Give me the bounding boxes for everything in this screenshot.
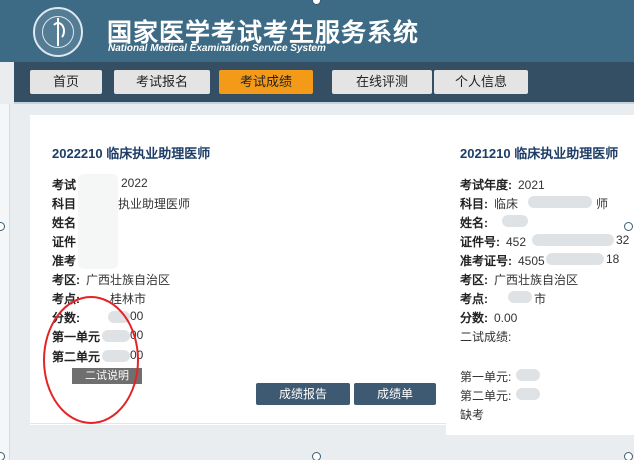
ticket-value-end: 18 xyxy=(606,252,620,266)
site-value-2021: 市 xyxy=(534,292,547,306)
score-field-2021: 分数: 0.00 xyxy=(460,311,518,325)
ticket-field-2021: 准考证号: 4505 xyxy=(460,254,545,268)
redacted-id xyxy=(532,234,614,246)
score-card-title-2021: 2021210 临床执业助理医师 xyxy=(460,146,619,161)
nav-registration[interactable]: 考试报名 xyxy=(114,70,210,94)
exam-year-field: 考试 xyxy=(52,178,77,192)
name-field-2021: 姓名: xyxy=(460,216,488,230)
redacted-name xyxy=(502,215,528,227)
unit2-field-2021: 第二单元: xyxy=(460,389,512,403)
subject-value-end: 师 xyxy=(596,197,609,211)
resize-handle-bottom[interactable] xyxy=(312,452,321,460)
score-report-button[interactable]: 成绩报告 xyxy=(256,383,350,405)
unit1-field-2021: 第一单元: xyxy=(460,370,512,384)
subject-field-2021: 科目: 临床 xyxy=(460,197,519,211)
second-exam-field-2021: 二试成绩: xyxy=(460,330,512,344)
subject-value: 执业助理医师 xyxy=(118,197,191,211)
resize-handle-bottom-left[interactable] xyxy=(0,452,5,460)
exam-year-field-2021: 考试年度: 2021 xyxy=(460,178,545,192)
red-annotation-circle xyxy=(43,296,139,424)
resize-handle-right[interactable] xyxy=(624,222,633,231)
left-panel-edge xyxy=(0,104,10,460)
main-nav: 首页 考试报名 考试成绩 在线评测 个人信息 xyxy=(14,62,634,102)
redacted-unit1-2021 xyxy=(516,369,540,381)
redacted-site xyxy=(508,291,532,303)
exam-year-value: 2022 xyxy=(121,176,148,190)
nav-separator xyxy=(14,102,634,104)
nav-profile[interactable]: 个人信息 xyxy=(434,70,528,94)
nav-home[interactable]: 首页 xyxy=(30,70,102,94)
site-header: 国家医学考试考生服务系统 National Medical Examinatio… xyxy=(0,0,634,62)
absent-label: 缺考 xyxy=(460,408,485,422)
redacted-unit2-2021 xyxy=(516,388,540,400)
redacted-subject xyxy=(528,196,592,208)
nav-online-assessment[interactable]: 在线评测 xyxy=(332,70,432,94)
site-field-2021: 考点: xyxy=(460,292,488,306)
score-value: 00 xyxy=(130,309,144,323)
name-field: 姓名 xyxy=(52,216,77,230)
id-field: 证件 xyxy=(52,235,77,249)
score-sheet-button[interactable]: 成绩单 xyxy=(354,383,436,405)
score-card-title: 2022210 临床执业助理医师 xyxy=(52,146,211,161)
redacted-ticket xyxy=(546,253,604,265)
id-field-2021: 证件号: 452 xyxy=(460,235,527,249)
subject-field: 科目 xyxy=(52,197,77,211)
id-value-end: 32 xyxy=(616,233,630,247)
region-field-2021: 考区: 广西壮族自治区 xyxy=(460,273,579,287)
site-subtitle: National Medical Examination Service Sys… xyxy=(108,43,326,54)
nav-scores[interactable]: 考试成绩 xyxy=(219,70,313,94)
redacted-area xyxy=(78,174,118,269)
medical-logo-icon xyxy=(33,7,83,57)
resize-handle-bottom-right[interactable] xyxy=(624,452,633,460)
ticket-field: 准考 xyxy=(52,254,77,268)
region-field: 考区: 广西壮族自治区 xyxy=(52,273,171,287)
